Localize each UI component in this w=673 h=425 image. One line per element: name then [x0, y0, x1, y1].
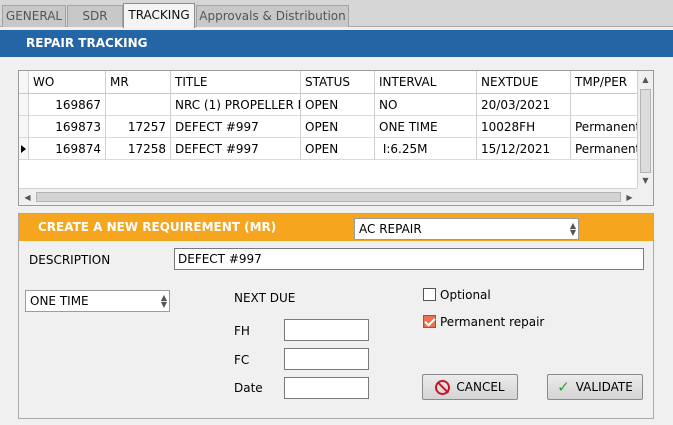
table-row-current[interactable]: 169874 17258 DEFECT #997 OPEN I:6.25M 15… [19, 138, 639, 160]
section-title: REPAIR TRACKING [0, 30, 673, 57]
cell-nextdue: 10028FH [477, 116, 571, 137]
date-input[interactable] [284, 377, 369, 399]
column-header-tmp-per[interactable]: TMP/PER [571, 71, 639, 93]
cell-tmp-per [571, 94, 639, 115]
row-indicator-header [19, 71, 29, 93]
row-indicator [19, 94, 29, 115]
cell-title: DEFECT #997 [171, 138, 301, 159]
vertical-scrollbar[interactable]: ▲ ▼ [637, 71, 653, 189]
fc-input[interactable] [284, 348, 369, 370]
fh-label: FH [234, 324, 250, 338]
column-header-interval[interactable]: INTERVAL [375, 71, 477, 93]
cell-status: OPEN [301, 94, 375, 115]
column-header-wo[interactable]: WO [29, 71, 106, 93]
optional-checkbox[interactable] [423, 288, 436, 301]
cancel-button[interactable]: CANCEL [422, 374, 518, 400]
cell-tmp-per: Permanent [571, 138, 639, 159]
requirement-type-value: AC REPAIR [359, 222, 422, 236]
vertical-scroll-thumb[interactable] [640, 89, 651, 173]
scroll-right-icon[interactable]: ▶ [622, 190, 637, 205]
column-header-status[interactable]: STATUS [301, 71, 375, 93]
interval-value: ONE TIME [30, 294, 89, 308]
horizontal-scrollbar[interactable]: ◀ ▶ [19, 188, 639, 205]
table-row[interactable]: 169873 17257 DEFECT #997 OPEN ONE TIME 1… [19, 116, 639, 138]
cell-wo: 169874 [29, 138, 106, 159]
cell-mr: 17257 [106, 116, 171, 137]
cell-wo: 169867 [29, 94, 106, 115]
column-header-mr[interactable]: MR [106, 71, 171, 93]
tab-sdr[interactable]: SDR [67, 5, 123, 27]
table-row[interactable]: 169867 NRC (1) PROPELLER F OPEN NO 20/03… [19, 94, 639, 116]
description-label: DESCRIPTION [29, 253, 111, 267]
create-requirement-panel: CREATE A NEW REQUIREMENT (MR) AC REPAIR … [18, 213, 654, 419]
row-indicator [19, 138, 29, 159]
horizontal-scroll-thumb[interactable] [36, 192, 621, 202]
cell-nextdue: 15/12/2021 [477, 138, 571, 159]
date-label: Date [234, 381, 263, 395]
cell-mr [106, 94, 171, 115]
permanent-repair-label: Permanent repair [440, 315, 545, 329]
scroll-left-icon[interactable]: ◀ [20, 190, 35, 205]
tab-tracking[interactable]: TRACKING [123, 3, 195, 28]
spinner-arrows-icon[interactable]: ▲ ▼ [161, 294, 167, 309]
tab-bar: GENERAL SDR TRACKING Approvals & Distrib… [0, 0, 673, 28]
spinner-arrows-icon[interactable]: ▲ ▼ [570, 222, 576, 237]
row-indicator [19, 116, 29, 137]
validate-button[interactable]: ✓ VALIDATE [547, 374, 643, 400]
scroll-up-icon[interactable]: ▲ [638, 72, 653, 87]
cancel-button-label: CANCEL [456, 380, 505, 394]
description-input[interactable]: DEFECT #997 [174, 248, 644, 270]
cell-title: NRC (1) PROPELLER F [171, 94, 301, 115]
cell-wo: 169873 [29, 116, 106, 137]
cell-tmp-per: Permanent [571, 116, 639, 137]
fc-label: FC [234, 353, 250, 367]
tab-general[interactable]: GENERAL [2, 5, 66, 27]
permanent-repair-checkbox[interactable] [423, 315, 436, 328]
repair-tracking-grid[interactable]: WO MR TITLE STATUS INTERVAL NEXTDUE TMP/… [18, 70, 654, 206]
current-row-arrow-icon [21, 145, 26, 153]
column-header-title[interactable]: TITLE [171, 71, 301, 93]
optional-label: Optional [440, 288, 491, 302]
requirement-type-select[interactable]: AC REPAIR ▲ ▼ [354, 218, 579, 240]
cell-interval: NO [375, 94, 477, 115]
tab-approvals-distribution[interactable]: Approvals & Distribution [196, 5, 349, 27]
scroll-down-icon[interactable]: ▼ [638, 173, 653, 188]
scroll-corner [637, 188, 653, 205]
cell-status: OPEN [301, 138, 375, 159]
cancel-icon [435, 379, 451, 395]
cell-interval: I:6.25M [375, 138, 477, 159]
create-requirement-title: CREATE A NEW REQUIREMENT (MR) [38, 220, 277, 234]
checkmark-icon: ✓ [557, 377, 570, 396]
cell-title: DEFECT #997 [171, 116, 301, 137]
interval-select[interactable]: ONE TIME ▲ ▼ [25, 290, 170, 312]
cell-mr: 17258 [106, 138, 171, 159]
grid-header-row: WO MR TITLE STATUS INTERVAL NEXTDUE TMP/… [19, 71, 639, 94]
cell-nextdue: 20/03/2021 [477, 94, 571, 115]
next-due-label: NEXT DUE [234, 291, 296, 305]
validate-button-label: VALIDATE [575, 380, 633, 394]
column-header-nextdue[interactable]: NEXTDUE [477, 71, 571, 93]
cell-interval: ONE TIME [375, 116, 477, 137]
fh-input[interactable] [284, 319, 369, 341]
cell-status: OPEN [301, 116, 375, 137]
